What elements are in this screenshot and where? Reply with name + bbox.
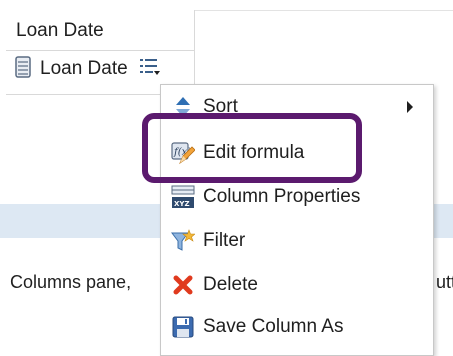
columns-pane-text: Columns pane, [10,272,132,292]
menu-item-column-properties[interactable]: XYZ Column Properties [171,177,425,217]
column-header-label: Loan Date [16,20,104,41]
menu-item-edit-formula[interactable]: f(x) Edit formula [171,133,425,173]
menu-item-label: Column Properties [203,186,361,207]
column-context-menu: Sort f(x) Edit formula XYZ Column Proper… [160,84,434,356]
submenu-arrow-icon [407,101,413,113]
menu-item-label: Save Column As [203,316,344,337]
column-icon [14,55,32,83]
svg-text:XYZ: XYZ [174,200,190,208]
menu-item-save-column-as[interactable]: Save Column As [171,307,425,347]
menu-icon [139,57,161,82]
menu-item-label: Sort [203,96,238,117]
menu-item-filter[interactable]: Filter [171,221,425,261]
save-icon [171,315,195,339]
screenshot-stage: Loan Date Loan Date Columns pane, ut Sor… [0,0,453,356]
columns-pane-text-fragment: utt [436,272,453,292]
delete-icon [171,273,195,297]
menu-item-label: Filter [203,230,246,251]
column-chip[interactable]: Loan Date [14,54,164,84]
column-menu-button[interactable] [136,55,164,83]
menu-item-label: Delete [203,274,258,295]
column-chip-label: Loan Date [40,58,128,79]
menu-item-delete[interactable]: Delete [171,265,425,305]
edit-formula-icon: f(x) [171,141,195,165]
sort-icon [171,95,195,119]
menu-item-sort[interactable]: Sort [171,87,425,127]
menu-item-label: Edit formula [203,142,305,163]
column-properties-icon: XYZ [171,185,195,209]
filter-icon [171,229,195,253]
top-divider [194,10,453,11]
column-card-divider [6,50,194,51]
column-card: Loan Date Loan Date [6,10,195,95]
